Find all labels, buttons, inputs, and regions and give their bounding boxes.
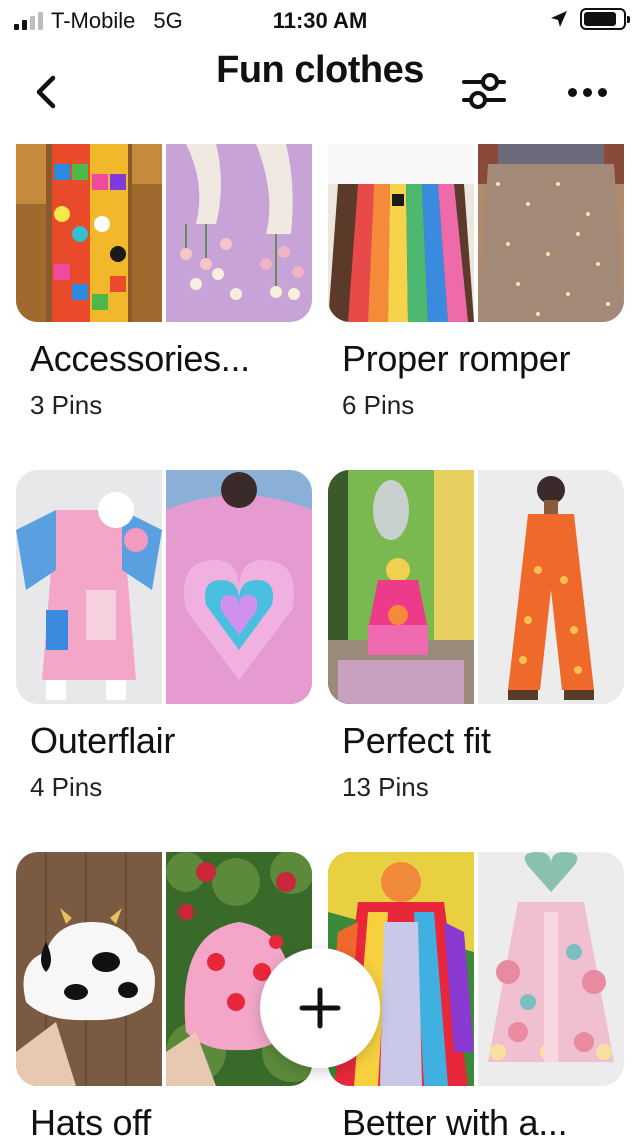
board-card-perfect-fit[interactable]: Perfect fit 13 Pins	[328, 470, 624, 830]
back-button[interactable]	[26, 68, 66, 116]
board-name: Outerflair	[30, 720, 176, 761]
status-bar: T-Mobile 5G 11:30 AM	[0, 0, 640, 40]
board-name: Accessories...	[30, 338, 250, 379]
cover-image	[16, 852, 162, 1086]
cover-image	[478, 852, 624, 1086]
board-cover	[328, 144, 624, 322]
cover-image	[166, 144, 312, 322]
battery-icon	[580, 8, 630, 30]
cover-image	[478, 144, 624, 322]
add-pin-button[interactable]	[260, 948, 380, 1068]
page-title: Fun clothes	[216, 49, 424, 91]
more-options-button[interactable]	[562, 72, 612, 112]
cover-image	[166, 470, 312, 704]
board-cover	[328, 470, 624, 704]
cover-image	[16, 470, 162, 704]
filter-button[interactable]	[460, 70, 508, 114]
board-name: Proper romper	[342, 338, 571, 379]
location-arrow-icon	[551, 11, 567, 27]
board-cover	[16, 470, 312, 704]
cover-image	[478, 470, 624, 704]
more-horizontal-icon	[567, 87, 577, 97]
board-name: Better with a...	[342, 1102, 568, 1136]
board-pin-count: 6 Pins	[342, 390, 415, 420]
cover-image	[328, 144, 474, 322]
board-pin-count: 3 Pins	[30, 390, 103, 420]
chevron-left-icon	[36, 75, 56, 109]
board-pin-count: 13 Pins	[342, 772, 429, 802]
board-cover	[16, 852, 312, 1086]
board-pin-count: 4 Pins	[30, 772, 103, 802]
cover-image	[16, 144, 162, 322]
board-cover	[328, 852, 624, 1086]
status-time: 11:30 AM	[272, 8, 368, 33]
plus-icon	[299, 987, 341, 1029]
sliders-icon	[462, 73, 506, 109]
board-name: Hats off	[30, 1102, 151, 1136]
board-header: Fun clothes	[0, 40, 640, 144]
board-name: Perfect fit	[342, 720, 491, 761]
cover-image	[328, 470, 474, 704]
board-card-outerflair[interactable]: Outerflair 4 Pins	[16, 470, 312, 830]
board-cover	[16, 144, 312, 322]
